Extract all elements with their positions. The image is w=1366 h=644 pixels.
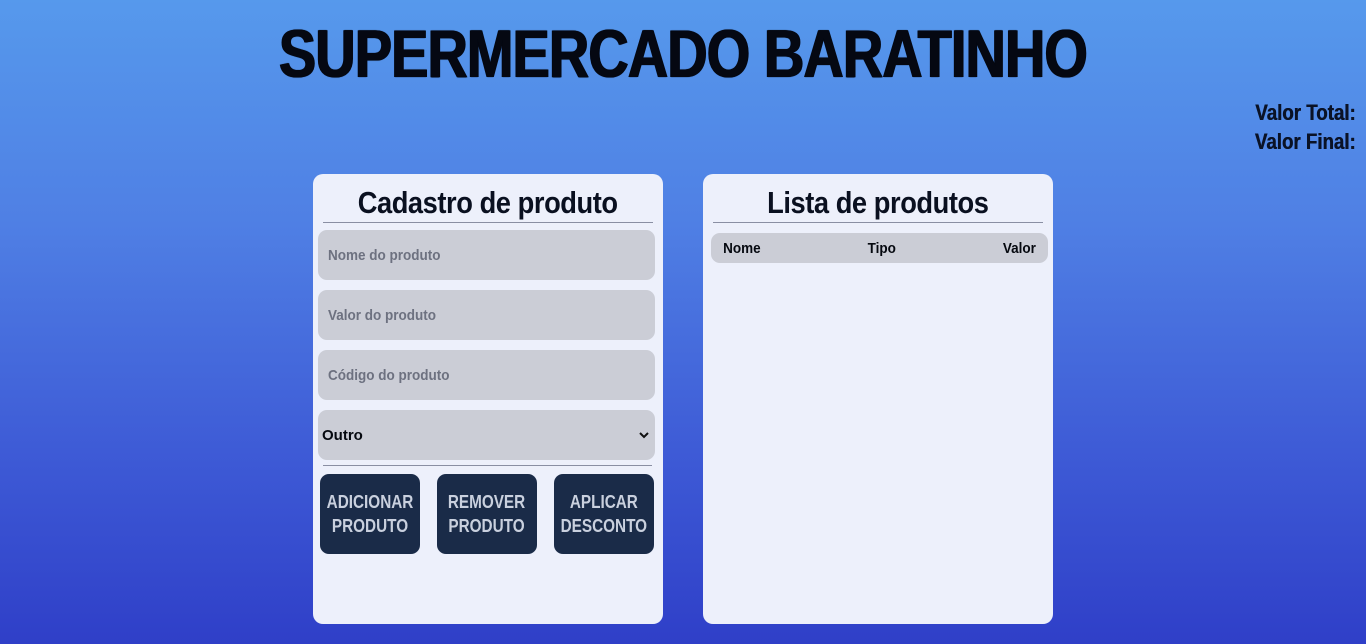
- product-value-placeholder: Valor do produto: [328, 306, 436, 324]
- list-title: Lista de produtos: [713, 174, 1043, 223]
- total-value-label: Valor Total:: [1255, 100, 1356, 125]
- product-type-select[interactable]: Outro: [318, 410, 655, 460]
- form-title: Cadastro de produto: [323, 174, 653, 223]
- product-code-placeholder: Código do produto: [328, 366, 450, 384]
- column-header-name: Nome: [723, 239, 761, 257]
- column-header-value: Valor: [1003, 239, 1037, 257]
- product-list-card: Lista de produtos Nome Tipo Valor: [703, 174, 1053, 624]
- product-name-input[interactable]: Nome do produto: [318, 230, 655, 280]
- product-code-input[interactable]: Código do produto: [318, 350, 655, 400]
- apply-discount-button[interactable]: APLICAR DESCONTO: [554, 474, 654, 554]
- column-header-type: Tipo: [867, 239, 897, 257]
- chevron-down-icon: [639, 428, 649, 442]
- product-name-placeholder: Nome do produto: [328, 246, 441, 264]
- product-list-body: [711, 266, 1048, 616]
- product-type-selected: Outro: [322, 426, 363, 444]
- page-title: SUPERMERCADO BARATINHO: [278, 16, 1088, 92]
- product-form-card: Cadastro de produto Nome do produto Valo…: [313, 174, 663, 624]
- form-divider: [323, 465, 652, 466]
- totals-panel: Valor Total: Valor Final:: [1255, 98, 1356, 156]
- remove-product-button[interactable]: REMOVER PRODUTO: [437, 474, 537, 554]
- add-product-button[interactable]: ADICIONAR PRODUTO: [320, 474, 420, 554]
- final-value-label: Valor Final:: [1255, 129, 1356, 154]
- product-value-input[interactable]: Valor do produto: [318, 290, 655, 340]
- list-header-row: Nome Tipo Valor: [711, 233, 1048, 263]
